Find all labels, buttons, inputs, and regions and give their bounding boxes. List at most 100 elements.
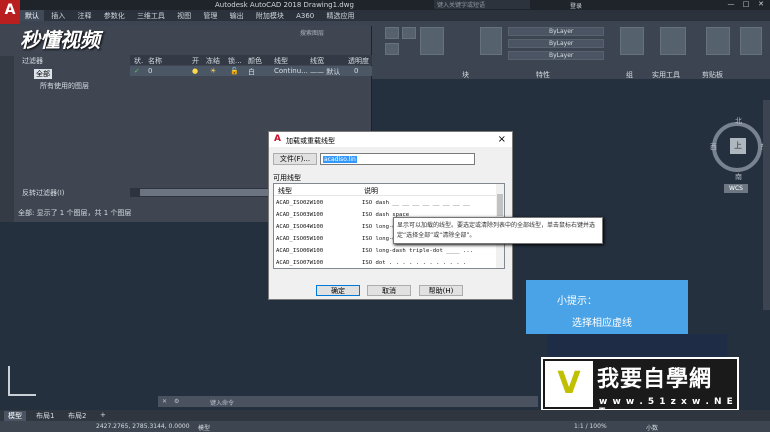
file-name-value: acadiso.lin xyxy=(323,156,357,163)
color-dropdown[interactable]: ByLayer xyxy=(508,27,604,36)
close-icon[interactable]: ✕ xyxy=(162,398,167,405)
list-header: 线型 说明 xyxy=(274,184,498,196)
tab-layout1[interactable]: 布局1 xyxy=(32,411,58,421)
linetype-dropdown[interactable]: ByLayer xyxy=(508,51,604,60)
list-item[interactable]: ACAD_ISO06W100 ISO long-dash triple-dot _… xyxy=(274,245,498,257)
minimize-button[interactable]: — xyxy=(724,0,738,9)
tooltip: 显示可以加载的线型。要选定或清除列表中的全部线型，单击鼠标右键并选定“选择全部”… xyxy=(393,217,603,244)
match-properties-icon[interactable] xyxy=(480,27,502,55)
title-bar: Autodesk AutoCAD 2018 Drawing1.dwg 键入关键字… xyxy=(0,0,770,10)
group-label-block: 块 xyxy=(462,71,469,79)
invert-filter-checkbox[interactable]: 反转过滤器(I) xyxy=(22,188,65,198)
model-space-button[interactable]: 模型 xyxy=(198,423,210,432)
cancel-button[interactable]: 取消 xyxy=(367,285,411,296)
lock-icon[interactable]: 🔓 xyxy=(230,67,239,75)
viewcube-top-face[interactable]: 上 xyxy=(730,138,746,154)
tab-model[interactable]: 模型 xyxy=(4,411,26,421)
group-label-properties: 特性 xyxy=(536,71,550,79)
wcs-dropdown[interactable]: WCS xyxy=(724,184,748,193)
units-dropdown[interactable]: 小数 xyxy=(646,423,658,432)
header-name[interactable]: 名称 xyxy=(148,56,162,66)
scroll-thumb[interactable] xyxy=(497,194,503,216)
insert-block-icon[interactable] xyxy=(385,27,399,39)
search-layer-input[interactable]: 搜索图层 xyxy=(300,28,324,37)
tab-a360[interactable]: A360 xyxy=(291,11,319,21)
compass-south[interactable]: 南 xyxy=(735,172,742,182)
layer-row[interactable]: ✓ 0 ● ☀ 🔓 白 Continu... —— 默认 0 xyxy=(130,66,372,76)
annotation-scale[interactable]: 1:1 / 100% xyxy=(574,423,607,430)
tree-item-all[interactable]: 全部 xyxy=(34,69,52,79)
logo-mark: V xyxy=(545,361,593,407)
sun-icon[interactable]: ☀ xyxy=(210,67,216,75)
ucs-x-axis xyxy=(8,394,36,396)
viewcube[interactable]: 上 北 西 东 南 WCS xyxy=(706,110,770,198)
hint-title: 小提示： xyxy=(557,296,597,307)
close-button[interactable]: ✕ xyxy=(754,0,768,9)
header-lineweight[interactable]: 线宽 xyxy=(310,56,324,66)
list-item[interactable]: ACAD_ISO02W100 ISO dash __ __ __ __ __ __… xyxy=(274,197,498,209)
available-linetypes-label: 可用线型 xyxy=(273,174,301,182)
command-input[interactable]: 键入命令 xyxy=(210,398,234,407)
logo-title: 我要自學網 xyxy=(597,367,713,392)
ucs-y-axis xyxy=(8,366,10,396)
status-check-icon: ✓ xyxy=(134,67,140,75)
login-button[interactable]: 登录 xyxy=(570,1,582,10)
compass-west[interactable]: 西 xyxy=(710,142,717,152)
file-name-field[interactable]: acadiso.lin xyxy=(320,153,475,165)
group-label-groups: 组 xyxy=(626,71,633,79)
header-linetype[interactable]: 线型 xyxy=(274,56,288,66)
layer-name[interactable]: 0 xyxy=(148,67,152,75)
status-bar: 2427.2765, 2785.3144, 0.0000 模型 1:1 / 10… xyxy=(0,421,770,432)
col-description[interactable]: 说明 xyxy=(364,186,378,196)
layer-color[interactable]: 白 xyxy=(248,67,255,77)
layout-tabs: 模型 布局1 布局2 + xyxy=(0,410,770,421)
help-button[interactable]: 帮助(H) xyxy=(419,285,463,296)
file-button[interactable]: 文件(F)... xyxy=(273,153,317,165)
dialog-title: 加载或重载线型 xyxy=(286,137,335,145)
hint-text: 选择相应虚线 xyxy=(572,318,632,329)
col-linetype[interactable]: 线型 xyxy=(278,186,292,196)
layer-linetype[interactable]: Continu... xyxy=(274,67,308,75)
layer-lineweight[interactable]: —— 默认 xyxy=(310,67,340,77)
layer-transparency[interactable]: 0 xyxy=(354,67,358,75)
tree-item-used-layers[interactable]: 所有使用的图层 xyxy=(40,81,89,91)
maximize-button[interactable]: □ xyxy=(739,0,753,9)
tab-layout2[interactable]: 布局2 xyxy=(64,411,90,421)
measure-icon[interactable] xyxy=(660,27,686,55)
header-on[interactable]: 开 xyxy=(192,56,199,66)
header-status[interactable]: 状. xyxy=(134,56,143,66)
list-item[interactable]: ACAD_ISO07W100 ISO dot . . . . . . . . . … xyxy=(274,257,498,269)
command-line[interactable]: ✕ ⚙ 键入命令 xyxy=(158,396,538,407)
panel-side-bar[interactable] xyxy=(0,56,14,222)
dialog-title-bar: A 加载或重载线型 × xyxy=(269,132,512,147)
header-transparency[interactable]: 透明度 xyxy=(348,56,369,66)
paste-icon[interactable] xyxy=(706,27,730,55)
compass-north[interactable]: 北 xyxy=(735,116,742,126)
coordinates-readout: 2427.2765, 2785.3144, 0.0000 xyxy=(96,423,190,430)
watermark-logo: 秒懂视频 xyxy=(20,28,100,52)
search-input[interactable]: 键入关键字或短语 xyxy=(434,0,530,9)
header-lock[interactable]: 锁... xyxy=(228,56,242,66)
bulb-icon[interactable]: ● xyxy=(192,67,198,75)
header-color[interactable]: 颜色 xyxy=(248,56,262,66)
layer-status-text: 全部: 显示了 1 个图层，共 1 个图层 xyxy=(18,209,132,217)
ok-button[interactable]: 确定 xyxy=(316,285,360,296)
header-freeze[interactable]: 冻结 xyxy=(206,56,220,66)
autocad-icon: A xyxy=(274,134,281,144)
add-layout-button[interactable]: + xyxy=(96,411,110,421)
create-block-icon[interactable] xyxy=(402,27,416,39)
application-menu-button[interactable]: A xyxy=(0,0,20,24)
close-icon[interactable]: × xyxy=(498,134,506,145)
window-title: Autodesk AutoCAD 2018 Drawing1.dwg xyxy=(215,1,354,9)
wrench-icon[interactable]: ⚙ xyxy=(174,398,179,405)
edit-block-icon[interactable] xyxy=(385,43,399,55)
block-icon[interactable] xyxy=(420,27,444,55)
group-icon[interactable] xyxy=(620,27,644,55)
view-base-icon[interactable] xyxy=(740,27,762,55)
navigation-bar[interactable] xyxy=(763,100,770,310)
hint-box: 小提示： 选择相应虚线 xyxy=(526,280,688,334)
load-linetype-dialog: A 加载或重载线型 × 文件(F)... acadiso.lin 可用线型 线型… xyxy=(268,131,513,300)
site-logo: V 我要自學網 w w w . 5 1 z x w . N E T xyxy=(541,357,739,417)
hint-shadow xyxy=(547,334,727,358)
lineweight-dropdown[interactable]: ByLayer xyxy=(508,39,604,48)
